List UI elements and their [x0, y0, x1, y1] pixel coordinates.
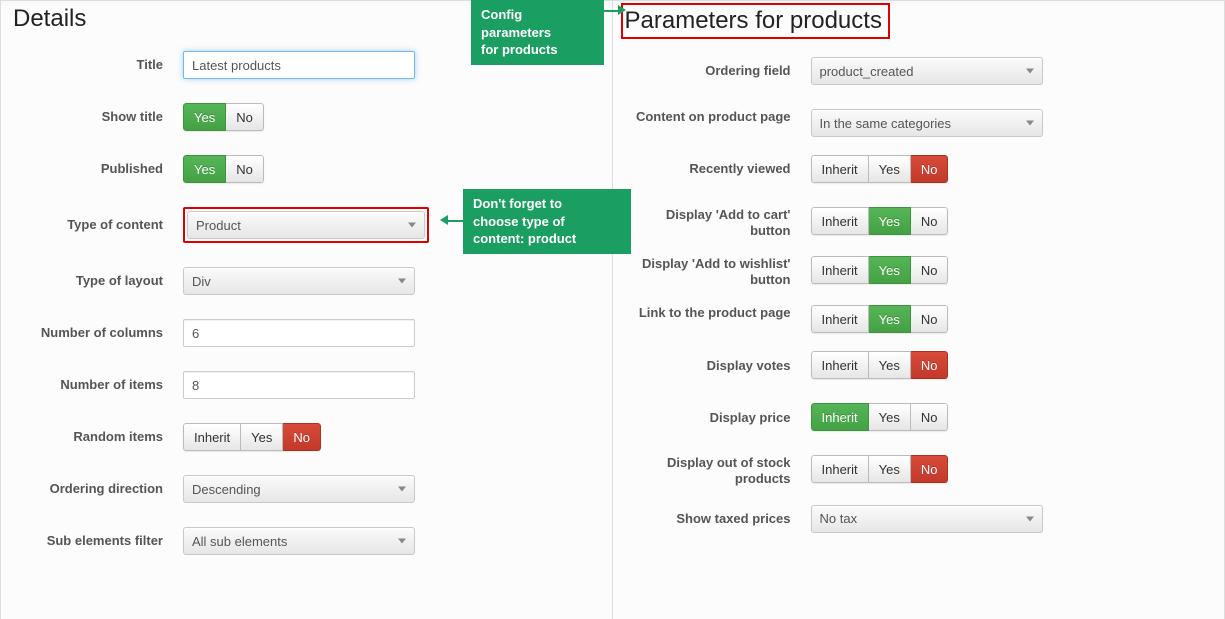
published-toggle[interactable]: Yes No [183, 155, 264, 183]
label-sub-elements: Sub elements filter [21, 533, 183, 549]
annotation-arrow-line-2 [448, 220, 463, 222]
btn-yes[interactable]: Yes [183, 103, 226, 131]
label-num-items: Number of items [21, 377, 183, 393]
display-price-toggle[interactable]: Inherit Yes No [811, 403, 949, 431]
sub-elements-value: All sub elements [192, 534, 287, 549]
label-display-oos: Display out of stock products [633, 455, 811, 486]
btn-yes[interactable]: Yes [869, 155, 911, 183]
content-page-select[interactable]: In the same categories [811, 109, 1043, 137]
btn-inherit[interactable]: Inherit [811, 351, 869, 379]
chevron-down-icon [398, 539, 406, 544]
annotation-arrow-head [618, 5, 626, 15]
chevron-down-icon [1026, 516, 1034, 521]
ordering-field-select[interactable]: product_created [811, 57, 1043, 85]
num-items-input[interactable] [183, 371, 415, 399]
btn-inherit[interactable]: Inherit [811, 403, 869, 431]
label-ordering-direction: Ordering direction [21, 481, 183, 497]
chevron-down-icon [398, 279, 406, 284]
label-ordering-field: Ordering field [633, 63, 811, 79]
type-content-highlight: Product [183, 207, 429, 243]
btn-yes[interactable]: Yes [869, 305, 911, 333]
btn-no[interactable]: No [911, 155, 949, 183]
btn-no[interactable]: No [226, 155, 264, 183]
ordering-field-value: product_created [820, 64, 914, 79]
label-add-to-cart: Display 'Add to cart' button [633, 207, 811, 238]
title-input[interactable] [183, 51, 415, 79]
label-content-page: Content on product page [633, 109, 811, 125]
label-published: Published [21, 161, 183, 177]
btn-no[interactable]: No [911, 207, 949, 235]
num-cols-input[interactable] [183, 319, 415, 347]
display-oos-toggle[interactable]: Inherit Yes No [811, 455, 949, 483]
panel-title-parameters: Parameters for products [625, 7, 882, 34]
label-random-items: Random items [21, 429, 183, 445]
type-content-select[interactable]: Product [187, 211, 425, 239]
label-display-votes: Display votes [633, 358, 811, 374]
show-title-toggle[interactable]: Yes No [183, 103, 264, 131]
label-display-price: Display price [633, 410, 811, 426]
btn-no[interactable]: No [911, 305, 949, 333]
btn-yes[interactable]: Yes [183, 155, 226, 183]
btn-yes[interactable]: Yes [869, 256, 911, 284]
btn-no[interactable]: No [911, 455, 949, 483]
sub-elements-select[interactable]: All sub elements [183, 527, 415, 555]
recently-viewed-toggle[interactable]: Inherit Yes No [811, 155, 949, 183]
ordering-direction-value: Descending [192, 482, 261, 497]
chevron-down-icon [1026, 69, 1034, 74]
chevron-down-icon [1026, 121, 1034, 126]
taxed-select[interactable]: No tax [811, 505, 1043, 533]
btn-yes[interactable]: Yes [869, 403, 911, 431]
btn-no[interactable]: No [283, 423, 321, 451]
display-votes-toggle[interactable]: Inherit Yes No [811, 351, 949, 379]
btn-inherit[interactable]: Inherit [183, 423, 241, 451]
label-taxed: Show taxed prices [633, 511, 811, 527]
type-content-value: Product [196, 218, 241, 233]
btn-no[interactable]: No [911, 256, 949, 284]
label-num-cols: Number of columns [21, 325, 183, 341]
btn-yes[interactable]: Yes [869, 207, 911, 235]
btn-yes[interactable]: Yes [869, 455, 911, 483]
parameters-title-highlight: Parameters for products [621, 3, 890, 39]
label-link-page: Link to the product page [633, 305, 811, 321]
link-page-toggle[interactable]: Inherit Yes No [811, 305, 949, 333]
label-type-layout: Type of layout [21, 273, 183, 289]
random-items-toggle[interactable]: Inherit Yes No [183, 423, 321, 451]
add-to-cart-toggle[interactable]: Inherit Yes No [811, 207, 949, 235]
chevron-down-icon [398, 487, 406, 492]
btn-no[interactable]: No [911, 351, 949, 379]
btn-yes[interactable]: Yes [241, 423, 283, 451]
annotation-arrow-head-2 [440, 215, 448, 225]
details-panel: Details Title Show title Yes No Publishe… [0, 1, 613, 619]
label-type-content: Type of content [21, 217, 183, 233]
btn-inherit[interactable]: Inherit [811, 256, 869, 284]
type-layout-select[interactable]: Div [183, 267, 415, 295]
label-wishlist: Display 'Add to wishlist' button [633, 256, 811, 287]
annotation-text: Don't forget to choose type of content: … [473, 196, 576, 246]
label-show-title: Show title [21, 109, 183, 125]
annotation-config-params: Config parameters for products [471, 0, 604, 65]
wishlist-toggle[interactable]: Inherit Yes No [811, 256, 949, 284]
btn-inherit[interactable]: Inherit [811, 207, 869, 235]
taxed-value: No tax [820, 511, 858, 526]
btn-inherit[interactable]: Inherit [811, 155, 869, 183]
btn-no[interactable]: No [226, 103, 264, 131]
annotation-type-content: Don't forget to choose type of content: … [463, 189, 631, 254]
btn-yes[interactable]: Yes [869, 351, 911, 379]
annotation-text: Config parameters for products [481, 7, 558, 57]
type-layout-value: Div [192, 274, 211, 289]
label-title: Title [21, 57, 183, 73]
btn-inherit[interactable]: Inherit [811, 455, 869, 483]
chevron-down-icon [408, 223, 416, 228]
btn-inherit[interactable]: Inherit [811, 305, 869, 333]
parameters-panel: Parameters for products Ordering field p… [613, 1, 1225, 619]
ordering-direction-select[interactable]: Descending [183, 475, 415, 503]
annotation-arrow-line [604, 10, 618, 12]
content-page-value: In the same categories [820, 116, 952, 131]
label-recently-viewed: Recently viewed [633, 161, 811, 177]
btn-no[interactable]: No [911, 403, 949, 431]
